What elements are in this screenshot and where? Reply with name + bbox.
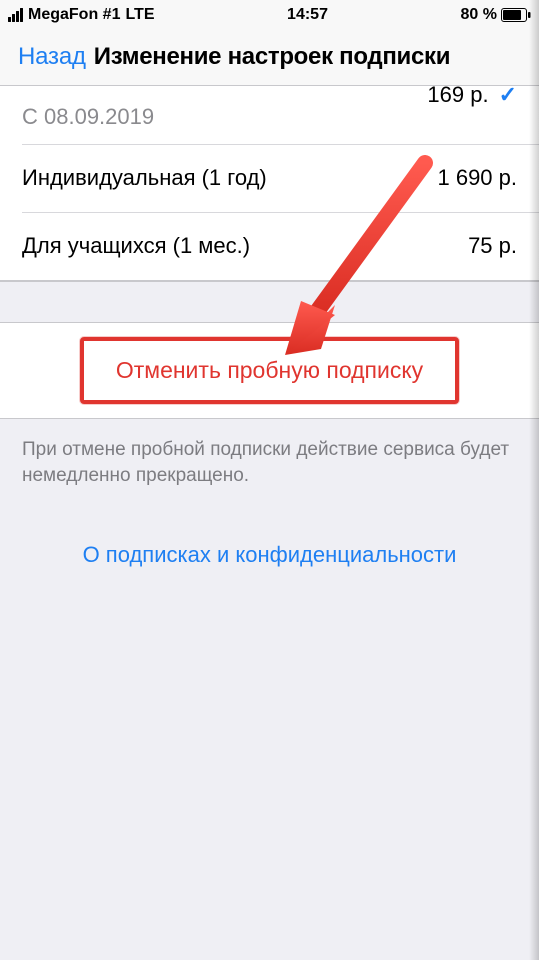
plan-row-student-month[interactable]: Для учащихся (1 мес.) 75 р. — [0, 212, 539, 280]
signal-icon — [8, 8, 23, 22]
cancel-trial-button[interactable]: Отменить пробную подписку — [116, 357, 423, 384]
plan-label: Для учащихся (1 мес.) — [22, 233, 468, 259]
status-left: MegaFon #1 LTE — [8, 6, 155, 24]
footer: При отмене пробной подписки действие сер… — [0, 419, 539, 570]
nav-bar: Назад Изменение настроек подписки — [0, 28, 539, 86]
cancel-note: При отмене пробной подписки действие сер… — [22, 437, 517, 488]
plans-list: С 08.09.2019 169 р. ✓ Индивидуальная (1 … — [0, 86, 539, 281]
plan-row-current[interactable]: С 08.09.2019 169 р. ✓ — [0, 86, 539, 144]
status-bar: MegaFon #1 LTE 14:57 80 % — [0, 0, 539, 28]
plan-price: 169 р. — [427, 82, 488, 108]
battery-pct-label: 80 % — [461, 6, 497, 24]
annotation-highlight-box: Отменить пробную подписку — [80, 337, 459, 404]
privacy-link[interactable]: О подписках и конфиденциальности — [22, 540, 517, 570]
section-gap — [0, 281, 539, 323]
status-right: 80 % — [461, 6, 531, 24]
plan-price: 1 690 р. — [437, 165, 517, 191]
battery-icon — [501, 8, 531, 22]
plan-price: 75 р. — [468, 233, 517, 259]
page-title: Изменение настроек подписки — [94, 43, 450, 71]
back-button[interactable]: Назад — [8, 43, 86, 71]
plan-from-date: С 08.09.2019 — [22, 104, 427, 130]
network-label: LTE — [125, 6, 154, 24]
checkmark-icon: ✓ — [499, 82, 517, 108]
clock-label: 14:57 — [155, 6, 461, 24]
carrier-label: MegaFon #1 — [28, 6, 120, 24]
plan-label: Индивидуальная (1 год) — [22, 165, 437, 191]
cancel-section: Отменить пробную подписку — [0, 323, 539, 419]
plan-row-individual-year[interactable]: Индивидуальная (1 год) 1 690 р. — [0, 144, 539, 212]
